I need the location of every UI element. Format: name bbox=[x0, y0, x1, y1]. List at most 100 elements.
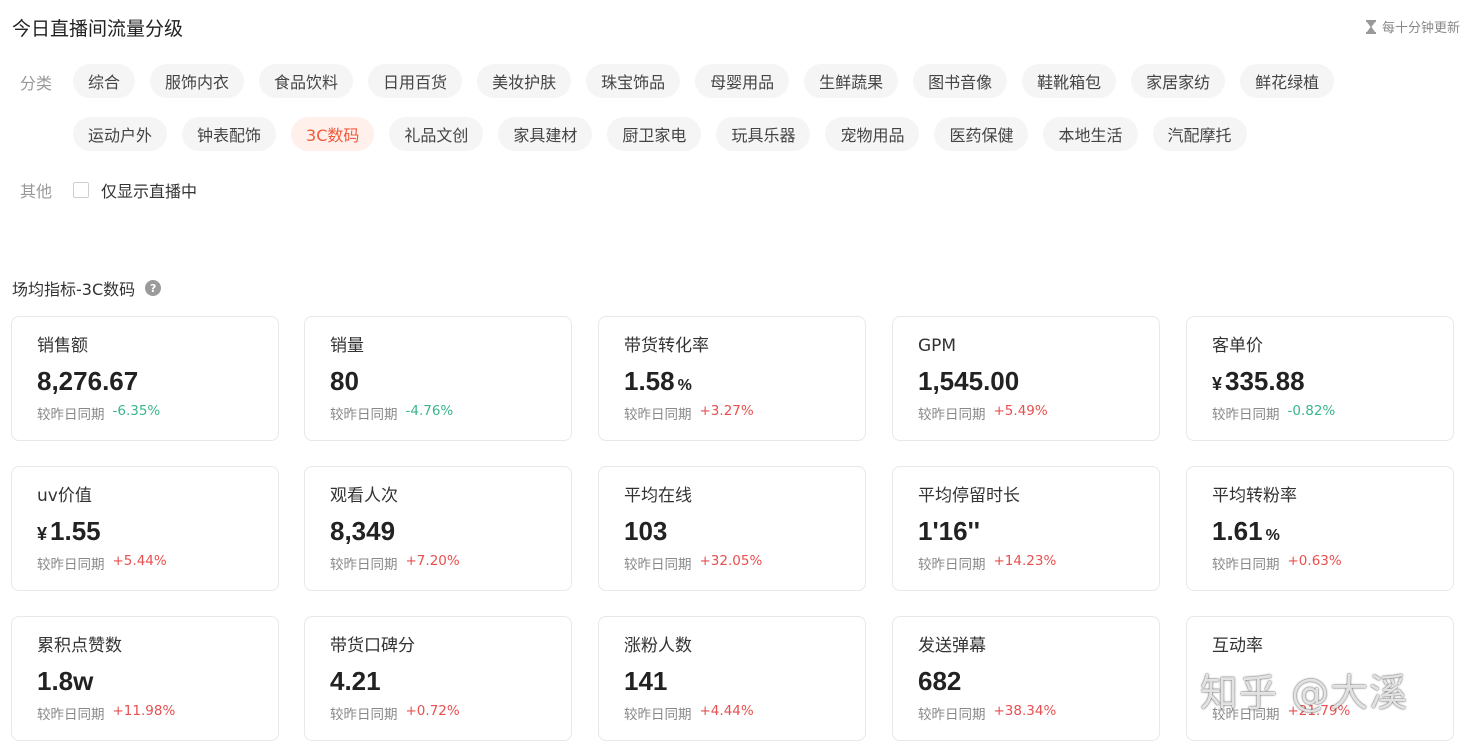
category-chip[interactable]: 图书音像 bbox=[913, 64, 1008, 98]
metric-number: 80 bbox=[330, 366, 359, 396]
metric-number: 1.55 bbox=[50, 516, 101, 546]
metric-label: 平均转粉率 bbox=[1212, 486, 1297, 506]
compare-label: 较昨日同期 bbox=[330, 557, 398, 573]
category-chip[interactable]: 宠物用品 bbox=[825, 117, 920, 151]
metric-card: 互动率 较昨日同期 +21.79% bbox=[1186, 616, 1454, 741]
compare-delta: +5.44% bbox=[112, 553, 167, 569]
metric-label: 带货转化率 bbox=[624, 336, 709, 356]
metric-card: 涨粉人数 141 较昨日同期 +4.44% bbox=[598, 616, 866, 741]
metric-value bbox=[1212, 665, 1453, 697]
category-chip[interactable]: 鲜花绿植 bbox=[1240, 64, 1335, 98]
category-chip[interactable]: 本地生活 bbox=[1043, 117, 1138, 151]
live-only-checkbox[interactable] bbox=[73, 182, 89, 198]
metric-label: 销量 bbox=[330, 336, 364, 356]
metric-number: 141 bbox=[624, 666, 668, 696]
metric-compare: 较昨日同期 +14.23% bbox=[918, 553, 1159, 573]
metric-number: 1'16'' bbox=[918, 516, 980, 546]
metric-label: GPM bbox=[918, 336, 957, 356]
category-chip[interactable]: 礼品文创 bbox=[389, 117, 484, 151]
compare-label: 较昨日同期 bbox=[37, 557, 105, 573]
category-chip[interactable]: 服饰内衣 bbox=[150, 64, 245, 98]
metric-number: 103 bbox=[624, 516, 668, 546]
category-chip[interactable]: 厨卫家电 bbox=[607, 117, 702, 151]
percent-suffix: % bbox=[1265, 527, 1280, 544]
compare-label: 较昨日同期 bbox=[624, 407, 692, 423]
compare-delta: +32.05% bbox=[699, 553, 763, 569]
category-chip[interactable]: 生鲜蔬果 bbox=[804, 64, 899, 98]
compare-label: 较昨日同期 bbox=[330, 407, 398, 423]
category-label: 分类 bbox=[20, 74, 53, 93]
compare-label: 较昨日同期 bbox=[1212, 407, 1280, 423]
compare-label: 较昨日同期 bbox=[1212, 707, 1280, 723]
category-chip[interactable]: 母婴用品 bbox=[695, 64, 790, 98]
metric-compare: 较昨日同期 +4.44% bbox=[624, 703, 865, 723]
metric-label: 平均在线 bbox=[624, 486, 692, 506]
compare-delta: -4.76% bbox=[405, 403, 454, 419]
category-chip[interactable]: 珠宝饰品 bbox=[586, 64, 681, 98]
metric-compare: 较昨日同期 +5.44% bbox=[37, 553, 278, 573]
compare-delta: +0.63% bbox=[1287, 553, 1342, 569]
compare-label: 较昨日同期 bbox=[37, 407, 105, 423]
metric-value: 8,276.67 bbox=[37, 365, 278, 397]
category-chip[interactable]: 家居家纺 bbox=[1131, 64, 1226, 98]
compare-delta: +7.20% bbox=[405, 553, 460, 569]
currency-prefix: ¥ bbox=[1212, 374, 1223, 394]
compare-label: 较昨日同期 bbox=[37, 707, 105, 723]
metric-compare: 较昨日同期 +0.63% bbox=[1212, 553, 1453, 573]
compare-delta: +4.44% bbox=[699, 703, 754, 719]
metric-number: 8,276.67 bbox=[37, 366, 139, 396]
other-label: 其他 bbox=[20, 182, 53, 201]
category-chip[interactable]: 汽配摩托 bbox=[1152, 117, 1247, 151]
category-chip[interactable]: 钟表配饰 bbox=[182, 117, 277, 151]
metric-number: 4.21 bbox=[330, 666, 381, 696]
live-only-toggle[interactable]: 仅显示直播中 bbox=[73, 178, 197, 202]
compare-label: 较昨日同期 bbox=[918, 707, 986, 723]
compare-delta: -0.82% bbox=[1287, 403, 1336, 419]
metric-value: 4.21 bbox=[330, 665, 571, 697]
metric-compare: 较昨日同期 +11.98% bbox=[37, 703, 278, 723]
metrics-title-text: 场均指标-3C数码 bbox=[12, 280, 136, 299]
category-chip[interactable]: 日用百货 bbox=[368, 64, 463, 98]
metric-compare: 较昨日同期 -0.82% bbox=[1212, 403, 1453, 423]
category-chip[interactable]: 鞋靴箱包 bbox=[1022, 64, 1117, 98]
category-chip[interactable]: 3C数码 bbox=[291, 117, 375, 151]
category-chip[interactable]: 食品饮料 bbox=[259, 64, 354, 98]
metric-value: 1.8w bbox=[37, 665, 278, 697]
metric-label: 涨粉人数 bbox=[624, 636, 692, 656]
metric-value: 1.58% bbox=[624, 365, 865, 397]
metric-number: 8,349 bbox=[330, 516, 396, 546]
question-circle-icon[interactable]: ? bbox=[145, 280, 162, 296]
category-chip[interactable]: 玩具乐器 bbox=[716, 117, 811, 151]
metric-card: uv价值 ¥1.55 较昨日同期 +5.44% bbox=[11, 466, 279, 591]
metric-value: 1.61% bbox=[1212, 515, 1453, 547]
percent-suffix: % bbox=[677, 377, 692, 394]
metric-label: 销售额 bbox=[37, 336, 88, 356]
category-chip[interactable]: 运动户外 bbox=[73, 117, 168, 151]
metric-label: 客单价 bbox=[1212, 336, 1263, 356]
metric-label: 发送弹幕 bbox=[918, 636, 986, 656]
compare-delta: +38.34% bbox=[993, 703, 1057, 719]
metrics-section-title: 场均指标-3C数码 ? bbox=[12, 276, 162, 300]
category-row-2: 运动户外 钟表配饰 3C数码 礼品文创 家具建材 厨卫家电 玩具乐器 宠物用品 医药保健 本地生活… bbox=[73, 117, 1247, 151]
metric-number: 1,545.00 bbox=[918, 366, 1020, 396]
category-chip[interactable]: 美妆护肤 bbox=[477, 64, 572, 98]
metric-number: 1.61 bbox=[1212, 516, 1263, 546]
metric-value: 8,349 bbox=[330, 515, 571, 547]
category-chip[interactable]: 医药保健 bbox=[934, 117, 1029, 151]
metric-value: 1'16'' bbox=[918, 515, 1159, 547]
category-chip[interactable]: 综合 bbox=[73, 64, 136, 98]
metric-card: 观看人次 8,349 较昨日同期 +7.20% bbox=[304, 466, 572, 591]
currency-prefix: ¥ bbox=[37, 524, 48, 544]
category-chip[interactable]: 家具建材 bbox=[498, 117, 593, 151]
live-only-label: 仅显示直播中 bbox=[101, 182, 198, 201]
metric-compare: 较昨日同期 +0.72% bbox=[330, 703, 571, 723]
metric-value: 103 bbox=[624, 515, 865, 547]
update-hint: 每十分钟更新 bbox=[1365, 17, 1460, 36]
metric-value: 80 bbox=[330, 365, 571, 397]
compare-label: 较昨日同期 bbox=[918, 407, 986, 423]
compare-label: 较昨日同期 bbox=[624, 557, 692, 573]
metric-card: 销售额 8,276.67 较昨日同期 -6.35% bbox=[11, 316, 279, 441]
metric-value: 682 bbox=[918, 665, 1159, 697]
metric-compare: 较昨日同期 +38.34% bbox=[918, 703, 1159, 723]
metric-compare: 较昨日同期 +7.20% bbox=[330, 553, 571, 573]
